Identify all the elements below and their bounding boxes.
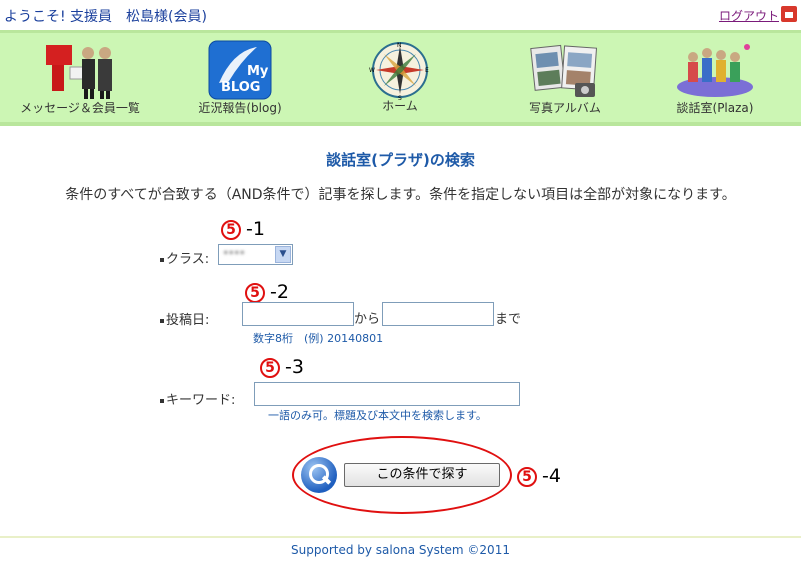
svg-text:N: N <box>397 42 402 49</box>
class-label: クラス: <box>166 252 210 267</box>
annotation-suffix-4: -4 <box>542 465 561 487</box>
main-nav: メッセージ＆会員一覧 My BLOG 近況報告(blog) N E S W ホー… <box>0 30 801 126</box>
footer-text: Supported by salona System ©2011 <box>291 543 510 557</box>
logout-link[interactable]: ログアウト <box>719 7 779 24</box>
annotation-circle-2: 5 <box>245 283 265 303</box>
date-hint: 数字8桁 (例) 20140801 <box>253 332 384 345</box>
posted-label: 投稿日: <box>166 313 210 328</box>
until-label: まで <box>495 312 522 327</box>
nav-label-blog: 近況報告(blog) <box>198 101 282 115</box>
class-select-value: **** <box>223 248 245 261</box>
svg-text:BLOG: BLOG <box>221 80 260 95</box>
nav-label-album: 写真アルバム <box>529 101 601 115</box>
bullet-square <box>160 318 164 323</box>
annotation-suffix-1: -1 <box>246 218 265 240</box>
plaza-people-icon <box>677 44 753 97</box>
annotation-circle-4: 5 <box>517 467 537 487</box>
footer-divider <box>0 536 801 538</box>
date-from-input[interactable] <box>242 302 354 326</box>
page-title: 談話室(プラザ)の検索 <box>326 151 475 169</box>
my-blog-icon: My BLOG <box>208 40 272 100</box>
class-label-row: クラス: <box>160 248 209 267</box>
logout-icon[interactable] <box>781 6 797 22</box>
svg-text:E: E <box>425 67 429 74</box>
top-bar: ようこそ! 支援員 松島様(会員) ログアウト <box>0 0 801 30</box>
keyword-label: キーワード: <box>166 393 236 408</box>
keyword-hint: 一語のみ可。標題及び本文中を検索します。 <box>268 409 487 422</box>
nav-label-messages: メッセージ＆会員一覧 <box>20 101 140 115</box>
annotation-circle-1: 5 <box>221 220 241 240</box>
nav-item-blog[interactable]: My BLOG 近況報告(blog) <box>180 33 300 122</box>
message-members-icon <box>46 45 112 99</box>
welcome-text: ようこそ! 支援員 松島様(会員) <box>4 9 207 25</box>
svg-text:My: My <box>247 64 269 79</box>
nav-label-plaza: 談話室(Plaza) <box>676 101 754 115</box>
nav-item-messages[interactable]: メッセージ＆会員一覧 <box>10 33 150 122</box>
annotation-suffix-3: -3 <box>285 356 304 378</box>
nav-item-plaza[interactable]: 談話室(Plaza) <box>660 33 770 122</box>
photo-album-icon <box>530 44 598 97</box>
annotation-suffix-2: -2 <box>270 281 289 303</box>
nav-item-album[interactable]: 写真アルバム <box>505 33 625 122</box>
keyword-input[interactable] <box>254 382 520 406</box>
page-description: 条件のすべてが合致する（AND条件で）記事を探します。条件を指定しない項目は全部… <box>65 187 736 203</box>
compass-home-icon: N E S W <box>369 42 429 101</box>
nav-item-home[interactable]: N E S W ホーム <box>340 33 460 122</box>
from-label: から <box>354 312 381 327</box>
svg-text:W: W <box>369 67 375 74</box>
keyword-label-row: キーワード: <box>160 389 235 408</box>
chevron-down-icon[interactable]: ▼ <box>275 246 291 263</box>
posted-label-row: 投稿日: <box>160 309 209 328</box>
magnifier-icon[interactable] <box>301 457 337 493</box>
class-select[interactable]: **** ▼ <box>218 244 293 265</box>
date-to-input[interactable] <box>382 302 494 326</box>
bullet-square <box>160 398 164 403</box>
annotation-circle-3: 5 <box>260 358 280 378</box>
nav-label-home: ホーム <box>382 99 418 113</box>
bullet-square <box>160 257 164 262</box>
search-button[interactable]: この条件で探す <box>344 463 500 487</box>
